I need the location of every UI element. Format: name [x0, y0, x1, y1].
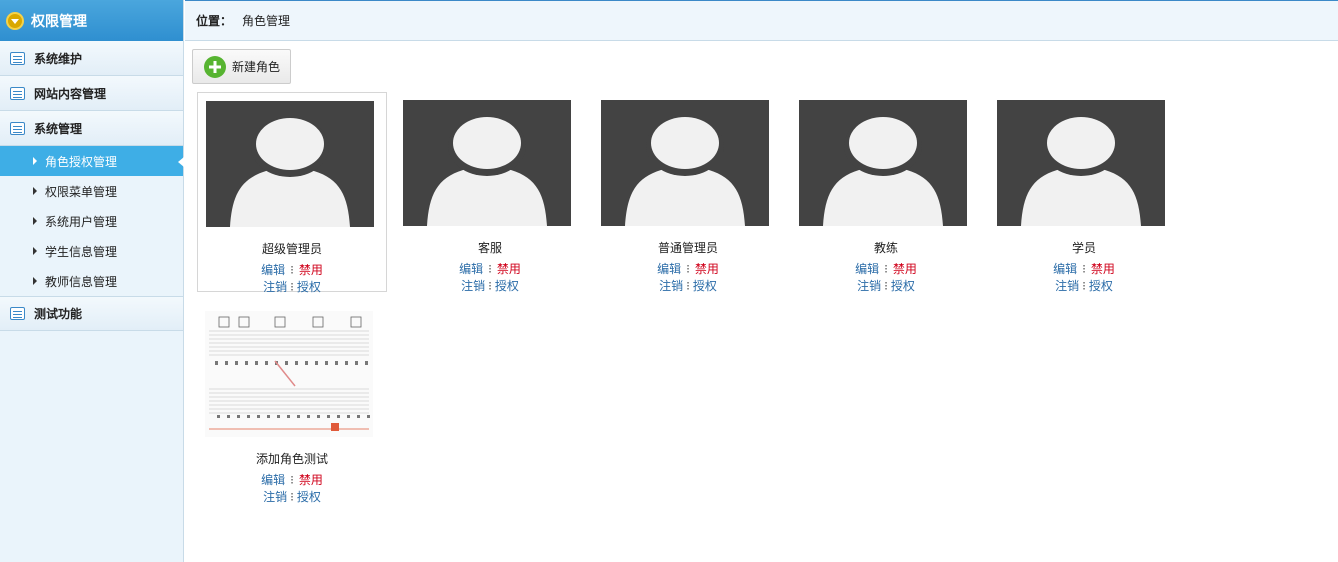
- role-name: 普通管理员: [657, 241, 718, 255]
- separator: ⁝: [686, 279, 690, 293]
- role-card[interactable]: 添加角色测试编辑 ⁝ 禁用 注销 ⁝ 授权: [197, 303, 387, 504]
- authorize-link[interactable]: 授权: [297, 490, 321, 504]
- caret-right-icon: [33, 247, 37, 255]
- separator: ⁝: [290, 280, 294, 294]
- group-label: 网站内容管理: [34, 86, 107, 101]
- authorize-link[interactable]: 授权: [297, 280, 321, 294]
- sidebar-item-role-auth[interactable]: 角色授权管理: [0, 146, 184, 176]
- edit-link[interactable]: 编辑: [261, 473, 285, 487]
- avatar-placeholder-icon: [997, 100, 1165, 226]
- new-role-button[interactable]: 新建角色: [192, 49, 291, 84]
- breadcrumb: 位置： 角色管理: [185, 0, 1338, 41]
- sidebar-item-label: 系统用户管理: [45, 214, 118, 229]
- caret-right-icon: [33, 277, 37, 285]
- sidebar-group-system-maintenance[interactable]: 系统维护: [0, 41, 183, 76]
- separator: ⁝: [290, 490, 294, 504]
- disable-link[interactable]: 禁用: [299, 473, 323, 487]
- role-name: 超级管理员: [261, 242, 322, 256]
- cancel-link[interactable]: 注销: [263, 280, 287, 294]
- sidebar-item-students[interactable]: 学生信息管理: [0, 236, 183, 266]
- authorize-link[interactable]: 授权: [693, 279, 717, 293]
- separator: ⁝: [290, 473, 294, 487]
- cancel-link[interactable]: 注销: [461, 279, 485, 293]
- sidebar-item-teachers[interactable]: 教师信息管理: [0, 266, 183, 296]
- cancel-link[interactable]: 注销: [659, 279, 683, 293]
- sidebar-item-system-users[interactable]: 系统用户管理: [0, 206, 183, 236]
- list-icon: [10, 86, 25, 100]
- sidebar-header[interactable]: 权限管理: [0, 0, 183, 41]
- edit-link[interactable]: 编辑: [459, 262, 483, 276]
- breadcrumb-current: 角色管理: [242, 14, 291, 28]
- separator: ⁝: [488, 279, 492, 293]
- list-icon: [10, 121, 25, 135]
- disable-link[interactable]: 禁用: [893, 262, 917, 276]
- add-icon: [204, 55, 226, 78]
- authorize-link[interactable]: 授权: [495, 279, 519, 293]
- group-label: 测试功能: [34, 307, 83, 321]
- list-icon: [10, 51, 25, 65]
- disable-link[interactable]: 禁用: [497, 262, 521, 276]
- disable-link[interactable]: 禁用: [695, 262, 719, 276]
- role-card[interactable]: 超级管理员编辑 ⁝ 禁用 注销 ⁝ 授权: [197, 92, 387, 294]
- edit-link[interactable]: 编辑: [1053, 262, 1077, 276]
- sidebar-item-label: 角色授权管理: [45, 154, 118, 169]
- authorize-link[interactable]: 授权: [1089, 279, 1113, 293]
- sidebar-item-permission-menu[interactable]: 权限菜单管理: [0, 176, 183, 206]
- separator: ⁝: [884, 279, 888, 293]
- caret-right-icon: [33, 157, 37, 165]
- edit-link[interactable]: 编辑: [657, 262, 681, 276]
- role-name: 学员: [1071, 241, 1096, 255]
- breadcrumb-label: 位置：: [196, 14, 233, 28]
- caret-right-icon: [33, 187, 37, 195]
- separator: ⁝: [884, 262, 888, 276]
- sidebar-title: 权限管理: [31, 13, 87, 30]
- separator: ⁝: [1082, 279, 1086, 293]
- caret-right-icon: [33, 217, 37, 225]
- sidebar: 权限管理 系统维护 网站内容管理 系统管理 角色授权管理 权限菜单管理 系统用户…: [0, 0, 184, 562]
- role-card[interactable]: 学员编辑 ⁝ 禁用 注销 ⁝ 授权: [989, 92, 1179, 293]
- role-name: 教练: [873, 241, 898, 255]
- role-name: 客服: [477, 241, 502, 255]
- collapse-arrow-icon: [6, 11, 24, 30]
- sidebar-group-test[interactable]: 测试功能: [0, 296, 183, 331]
- separator: ⁝: [290, 263, 294, 277]
- group-label: 系统管理: [34, 121, 83, 136]
- role-name: 添加角色测试: [255, 452, 328, 466]
- sidebar-item-label: 学生信息管理: [45, 244, 118, 259]
- new-role-label: 新建角色: [232, 60, 281, 74]
- cancel-link[interactable]: 注销: [1055, 279, 1079, 293]
- role-card[interactable]: 客服编辑 ⁝ 禁用 注销 ⁝ 授权: [395, 92, 585, 293]
- avatar-placeholder-icon: [799, 100, 967, 226]
- separator: ⁝: [686, 262, 690, 276]
- role-image: [205, 311, 373, 437]
- avatar-placeholder-icon: [206, 101, 374, 227]
- separator: ⁝: [1082, 262, 1086, 276]
- group-label: 系统维护: [34, 51, 83, 66]
- authorize-link[interactable]: 授权: [891, 279, 915, 293]
- avatar-placeholder-icon: [403, 100, 571, 226]
- disable-link[interactable]: 禁用: [299, 263, 323, 277]
- list-icon: [10, 307, 25, 320]
- sidebar-item-label: 教师信息管理: [45, 274, 118, 289]
- sidebar-group-site-content[interactable]: 网站内容管理: [0, 76, 183, 111]
- sidebar-group-system-management[interactable]: 系统管理: [0, 111, 183, 146]
- avatar-placeholder-icon: [601, 100, 769, 226]
- role-card[interactable]: 普通管理员编辑 ⁝ 禁用 注销 ⁝ 授权: [593, 92, 783, 293]
- cancel-link[interactable]: 注销: [857, 279, 881, 293]
- disable-link[interactable]: 禁用: [1091, 262, 1115, 276]
- separator: ⁝: [488, 262, 492, 276]
- edit-link[interactable]: 编辑: [261, 263, 285, 277]
- role-card[interactable]: 教练编辑 ⁝ 禁用 注销 ⁝ 授权: [791, 92, 981, 293]
- edit-link[interactable]: 编辑: [855, 262, 879, 276]
- sidebar-item-label: 权限菜单管理: [45, 184, 118, 199]
- cancel-link[interactable]: 注销: [263, 490, 287, 504]
